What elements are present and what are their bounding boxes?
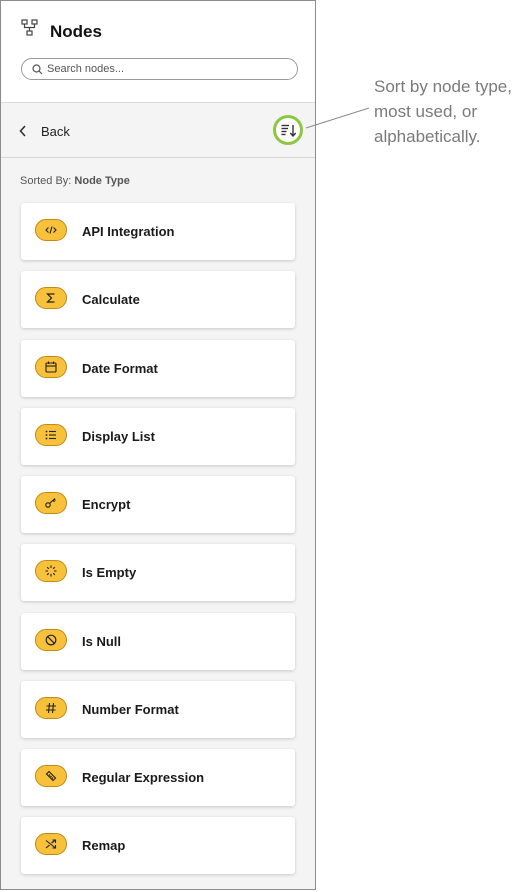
callout-text: Sort by node type, most used, or alphabe… [374, 77, 512, 146]
